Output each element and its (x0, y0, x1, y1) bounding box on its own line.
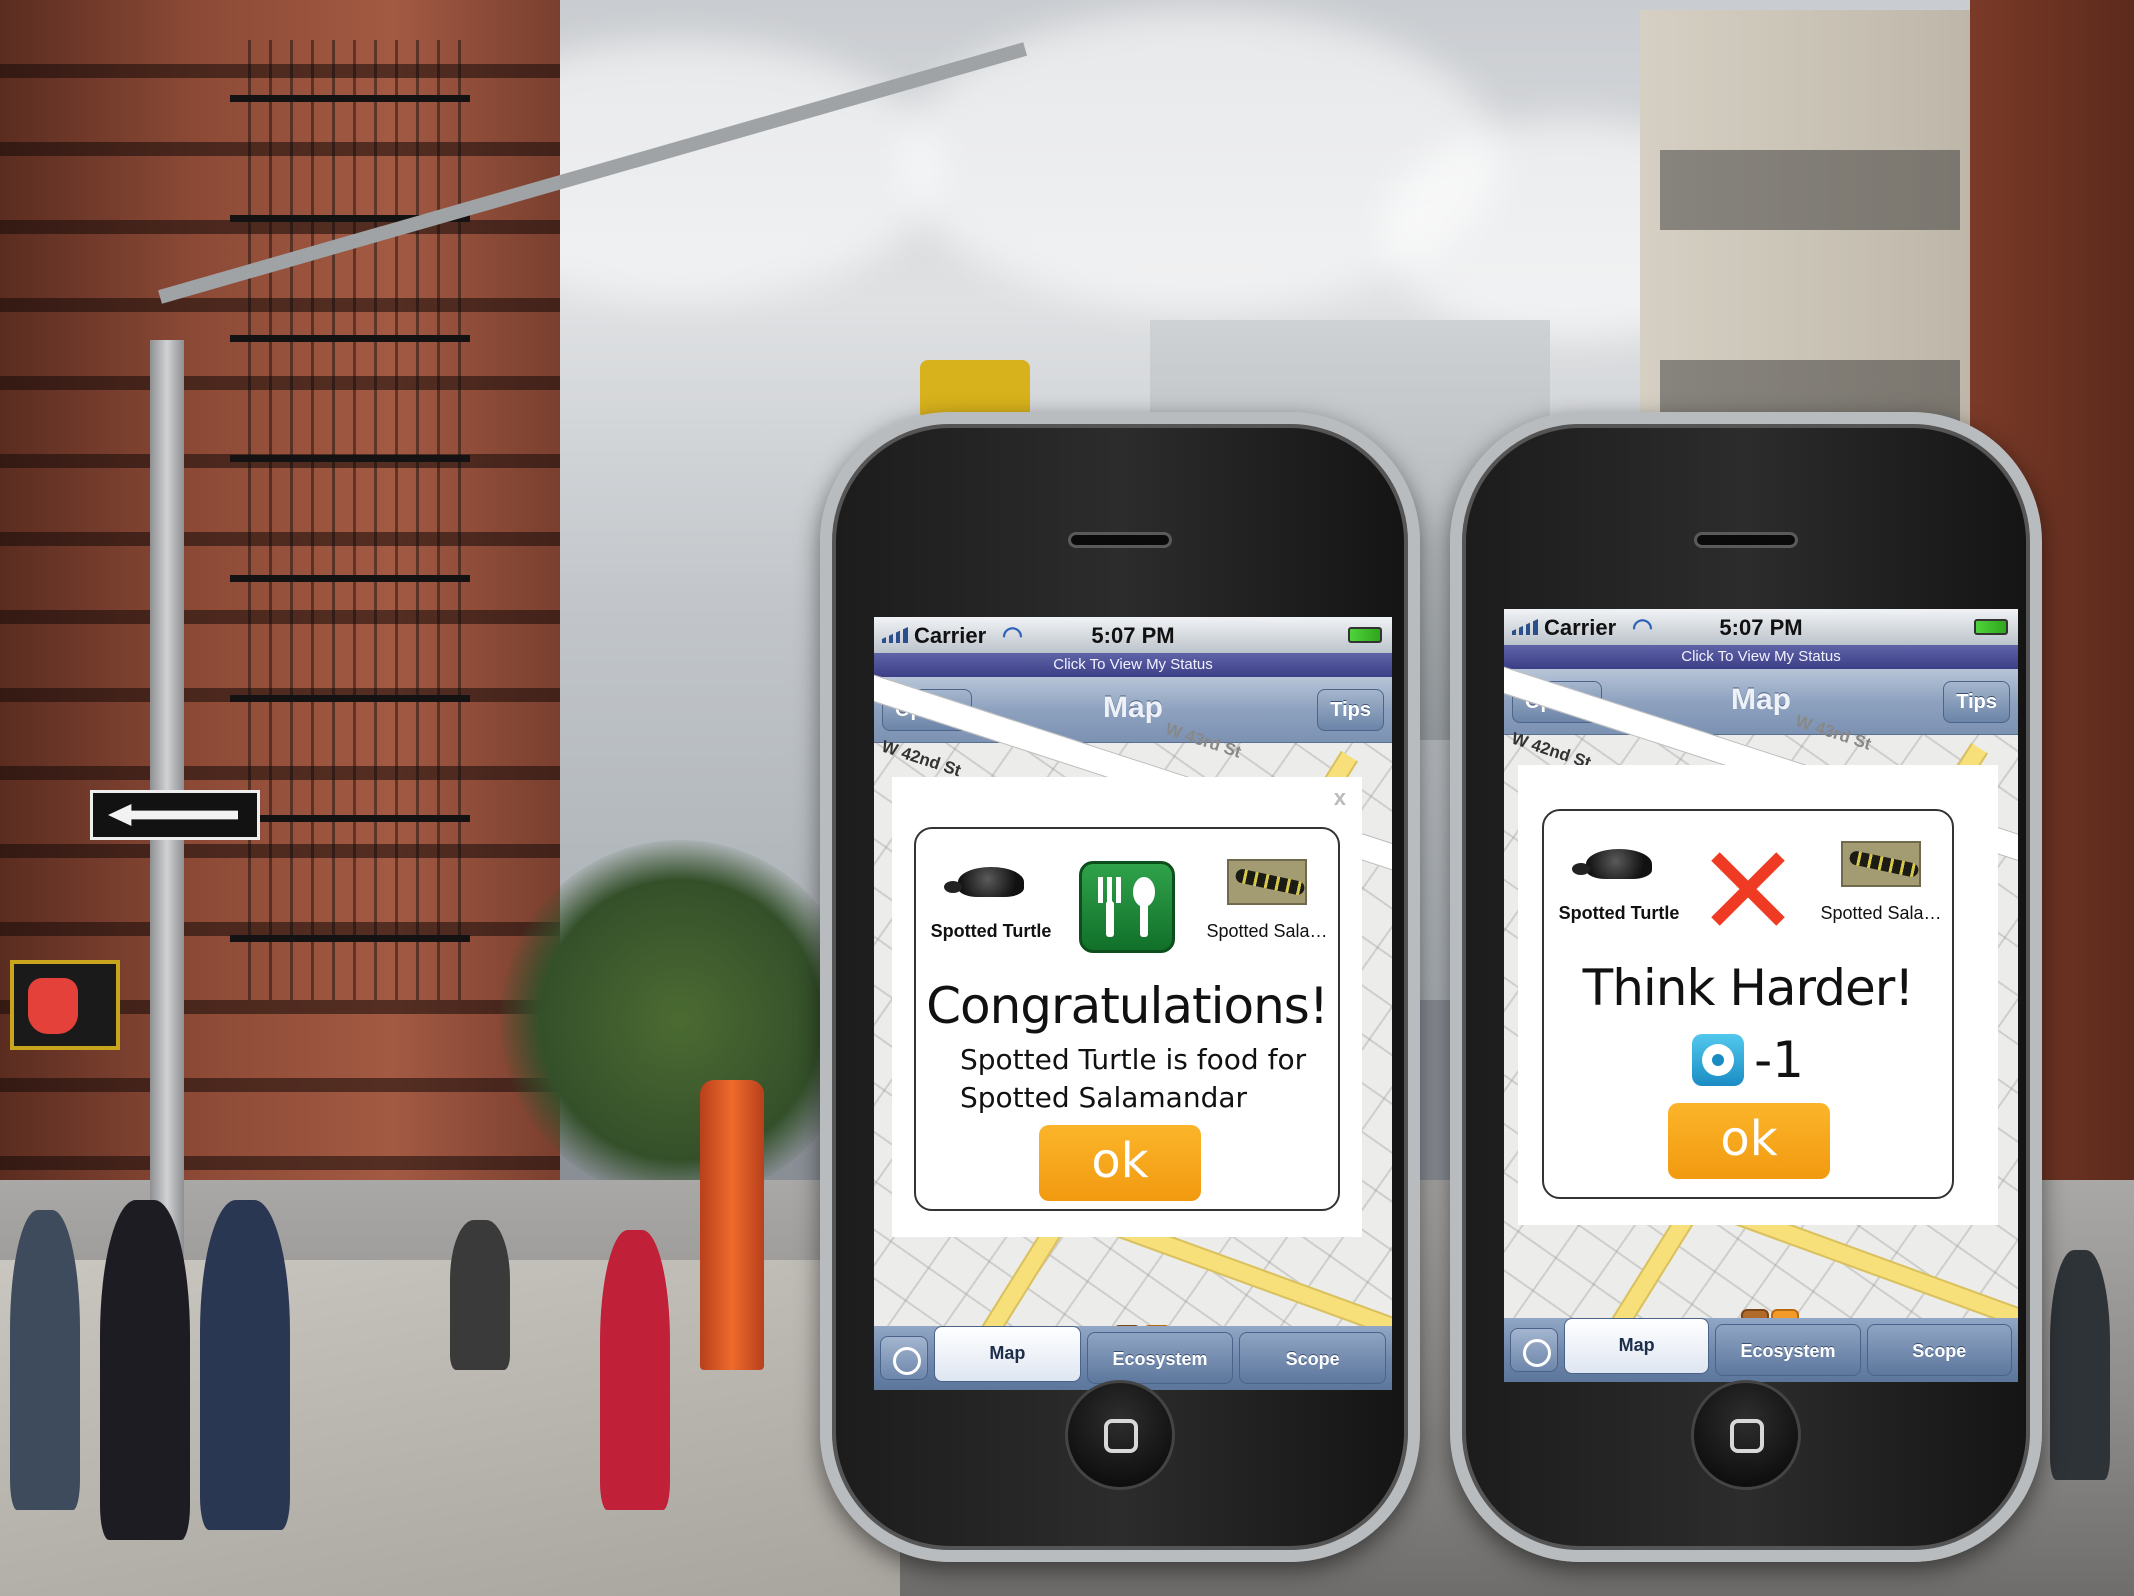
prey-species: Spotted Sala… (1816, 835, 1946, 924)
penalty-value: -1 (1754, 1031, 1804, 1089)
iphone-left: Carrier ◠ 5:07 PM Click To View My Statu… (820, 412, 1420, 1562)
tab-bar: Map Ecosystem Scope (1504, 1318, 2018, 1382)
message-line: Spotted Turtle is food for (960, 1043, 1307, 1076)
traffic-signal (920, 360, 1030, 420)
predator-species: Spotted Turtle (926, 853, 1056, 942)
earpiece (1694, 532, 1798, 548)
earpiece (1068, 532, 1172, 548)
turtle-icon (1572, 849, 1652, 879)
street-label: W 42nd St (879, 736, 964, 781)
pedestrian (2050, 1250, 2110, 1480)
fire-hydrant (700, 1080, 764, 1370)
tab-scope[interactable]: Scope (1239, 1332, 1387, 1384)
fork-spoon-icon (1079, 861, 1175, 953)
dialog-card: Spotted Turtle Spotted Sala… Congratulat… (914, 827, 1340, 1211)
red-x-icon (1700, 843, 1796, 935)
tab-ecosystem[interactable]: Ecosystem (1715, 1324, 1861, 1376)
turtle-icon (944, 867, 1024, 897)
dialog-title: Congratulations! (926, 977, 1329, 1035)
dialog-card: Spotted Turtle Spotted Sala… Think Harde… (1542, 809, 1954, 1199)
pedestrian (10, 1210, 80, 1510)
pedestrian (100, 1200, 190, 1540)
home-button[interactable] (1065, 1380, 1175, 1490)
fire-escape (230, 40, 470, 1000)
species-label: Spotted Sala… (1206, 921, 1328, 941)
tips-button[interactable]: Tips (1317, 689, 1384, 731)
close-icon[interactable]: x (1334, 785, 1346, 811)
species-label: Spotted Turtle (930, 921, 1052, 941)
species-label: Spotted Turtle (1558, 903, 1680, 923)
dialog-title: Think Harder! (1582, 959, 1915, 1017)
penalty-row: -1 (1544, 1031, 1952, 1089)
pedestrian (200, 1200, 290, 1530)
dialog-message: Spotted Turtle is food for Spotted Salam… (960, 1041, 1328, 1117)
result-dialog: x Spotted Turtle Spotted Sala… Congratul… (892, 777, 1362, 1237)
tab-scope[interactable]: Scope (1866, 1324, 2012, 1376)
status-bar: Carrier ◠ 5:07 PM (1504, 609, 2018, 645)
clock: 5:07 PM (1091, 623, 1175, 648)
home-button[interactable] (1691, 1380, 1801, 1490)
app-screen: Carrier ◠ 5:07 PM Click To View My Statu… (874, 617, 1392, 1390)
view-status-link[interactable]: Click To View My Status (1504, 645, 2018, 669)
clock: 5:07 PM (1719, 615, 1803, 640)
tab-map[interactable]: Map (934, 1326, 1081, 1382)
tree (500, 840, 860, 1200)
prey-species: Spotted Sala… (1202, 853, 1332, 942)
tab-ecosystem[interactable]: Ecosystem (1086, 1332, 1234, 1384)
battery-icon (1974, 619, 2008, 635)
salamander-icon (1227, 859, 1307, 905)
species-label: Spotted Sala… (1820, 903, 1942, 923)
tips-button[interactable]: Tips (1943, 681, 2010, 723)
view-status-link[interactable]: Click To View My Status (874, 653, 1392, 677)
message-line: Spotted Salamandar (960, 1081, 1248, 1114)
app-screen: Carrier ◠ 5:07 PM Click To View My Statu… (1504, 609, 2018, 1382)
status-bar: Carrier ◠ 5:07 PM (874, 617, 1392, 653)
iphone-right: Carrier ◠ 5:07 PM Click To View My Statu… (1450, 412, 2042, 1562)
locate-icon[interactable] (880, 1336, 928, 1380)
ok-button[interactable]: ok (1668, 1103, 1830, 1179)
locate-icon[interactable] (1510, 1328, 1558, 1372)
tab-bar: Map Ecosystem Scope (874, 1326, 1392, 1390)
pedestrian (450, 1220, 510, 1370)
predator-species: Spotted Turtle (1554, 835, 1684, 924)
battery-icon (1348, 627, 1382, 643)
energy-token-icon (1692, 1034, 1745, 1086)
pedestrian (600, 1230, 670, 1510)
ok-button[interactable]: ok (1039, 1125, 1201, 1201)
result-dialog: Spotted Turtle Spotted Sala… Think Harde… (1518, 765, 1998, 1225)
stop-hand-icon (28, 978, 78, 1034)
tab-map[interactable]: Map (1564, 1318, 1710, 1374)
salamander-icon (1841, 841, 1921, 887)
